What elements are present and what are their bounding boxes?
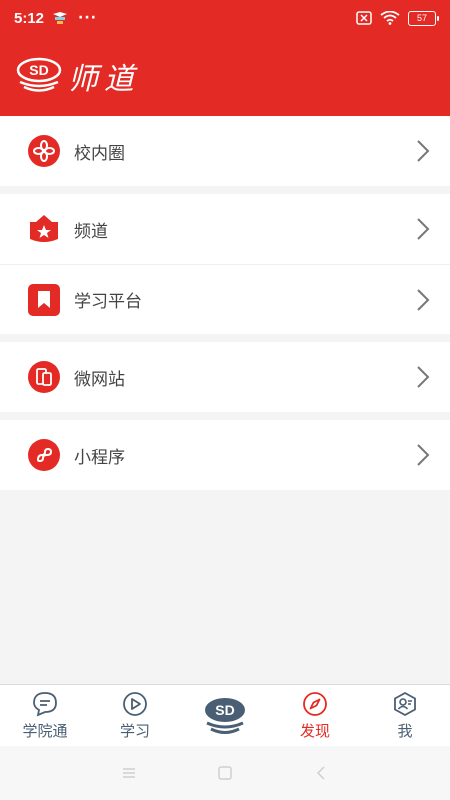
menu-item-learning-platform[interactable]: 学习平台 <box>0 264 450 334</box>
tab-label: 我 <box>397 722 413 740</box>
logo-text: SD <box>29 62 48 78</box>
devices-icon <box>28 361 60 393</box>
tab-study[interactable]: 学习 <box>90 685 180 746</box>
sd-logo-icon: SD <box>16 57 62 92</box>
status-more-dots: ··· <box>78 10 97 26</box>
menu-item-label: 校内圈 <box>74 143 125 164</box>
bookmark-icon <box>28 283 60 316</box>
tab-me[interactable]: 我 <box>360 685 450 746</box>
menu-item-label: 微网站 <box>74 369 125 390</box>
battery-level: 57 <box>416 13 427 23</box>
battery-icon: 57 <box>408 10 439 26</box>
home-square-icon[interactable] <box>217 765 233 781</box>
sd-logo-icon: SD <box>205 697 245 734</box>
menu-item-label: 频道 <box>74 221 108 242</box>
menu-item-channel[interactable]: 频道 <box>0 194 450 264</box>
menu-item-campus-circle[interactable]: 校内圈 <box>0 116 450 186</box>
app-header: SD 师道 <box>0 36 450 116</box>
chevron-right-icon <box>417 218 430 240</box>
user-card-icon <box>394 691 416 717</box>
tab-label: 发现 <box>299 722 330 740</box>
notification-app-icon <box>53 12 68 24</box>
chevron-right-icon <box>417 140 430 162</box>
compass-icon <box>303 692 327 716</box>
sim-none-icon <box>356 11 372 25</box>
menu-icon[interactable] <box>121 765 137 781</box>
menu-item-microsite[interactable]: 微网站 <box>0 342 450 412</box>
menu-group-microsite: 微网站 <box>0 342 450 412</box>
tab-logo-text: SD <box>215 702 234 718</box>
tab-discover[interactable]: 发现 <box>270 685 360 746</box>
menu-item-label: 学习平台 <box>74 292 142 312</box>
flower-icon <box>28 135 60 167</box>
app-title: 师道 <box>68 62 140 97</box>
menu-group-campus: 校内圈 <box>0 116 450 186</box>
menu-item-label: 小程序 <box>74 447 125 468</box>
wifi-icon <box>380 11 400 25</box>
system-nav-bar <box>0 746 450 800</box>
chevron-right-icon <box>417 288 430 311</box>
menu-group-mini-program: 小程序 <box>0 420 450 490</box>
tab-label: 学习 <box>119 722 150 740</box>
chevron-right-icon <box>417 444 430 466</box>
tab-college[interactable]: 学院通 <box>0 685 90 746</box>
menu-item-mini-program[interactable]: 小程序 <box>0 420 450 490</box>
status-bar: 5:12 ··· 57 <box>0 0 450 36</box>
menu-group-channels: 频道 学习平台 <box>0 194 450 334</box>
discover-menu: 校内圈 频道 学习平台 微网站 小程序 <box>0 116 450 498</box>
mini-program-icon <box>28 439 60 471</box>
chevron-right-icon <box>417 366 430 388</box>
play-circle-icon <box>123 692 147 716</box>
tab-home-logo[interactable]: SD <box>180 685 270 746</box>
bottom-tab-bar: 学院通 学习 SD 发现 我 <box>0 684 450 746</box>
back-icon[interactable] <box>313 765 329 781</box>
tab-label: 学院通 <box>22 722 68 740</box>
chat-bubble-icon <box>33 692 57 717</box>
status-time: 5:12 <box>14 9 45 27</box>
star-shield-icon <box>28 213 60 245</box>
